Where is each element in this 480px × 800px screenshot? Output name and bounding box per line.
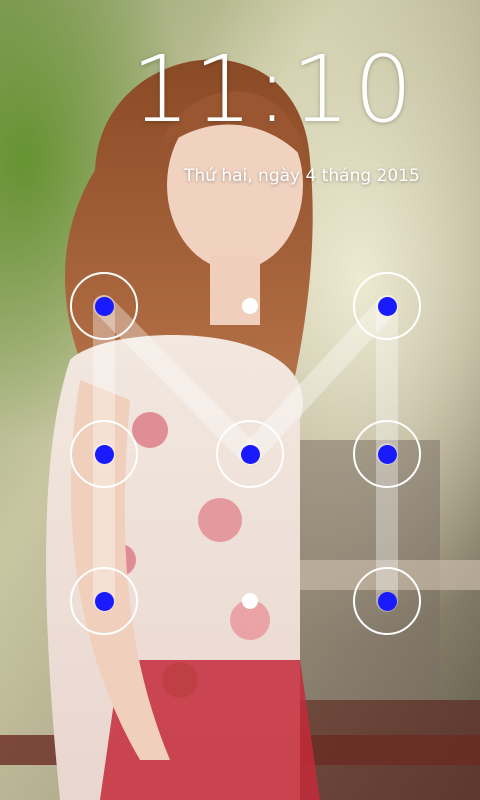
pattern-dot-selected (94, 444, 114, 464)
pattern-dot-selected (377, 444, 397, 464)
pattern-dot-selected (377, 296, 397, 316)
pattern-dot-selected (94, 296, 114, 316)
pattern-node-r1c1[interactable] (70, 272, 138, 340)
pattern-node-r2c2[interactable] (216, 420, 284, 488)
pattern-dot (242, 593, 258, 609)
lock-screen: 11:10 Thứ hai, ngày 4 tháng 2015 (0, 0, 480, 800)
pattern-lock[interactable] (0, 0, 480, 800)
pattern-node-r2c3[interactable] (353, 420, 421, 488)
pattern-dot (242, 298, 258, 314)
pattern-dot-selected (377, 591, 397, 611)
pattern-node-r1c3[interactable] (353, 272, 421, 340)
pattern-node-r3c1[interactable] (70, 567, 138, 635)
pattern-node-r2c1[interactable] (70, 420, 138, 488)
pattern-dot-selected (94, 591, 114, 611)
pattern-dot-selected (240, 444, 260, 464)
pattern-trail (93, 295, 398, 612)
pattern-node-r3c2[interactable] (216, 567, 284, 635)
pattern-node-r1c2[interactable] (216, 272, 284, 340)
pattern-node-r3c3[interactable] (353, 567, 421, 635)
